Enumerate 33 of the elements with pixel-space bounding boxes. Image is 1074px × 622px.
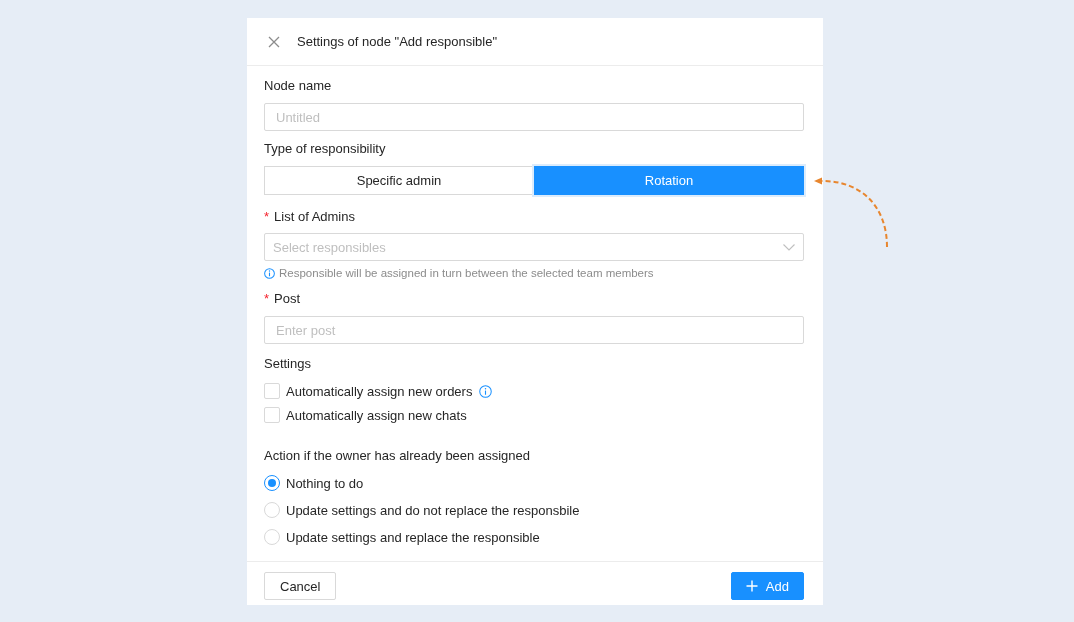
radio-label: Update settings and do not replace the responsbile: [286, 502, 580, 518]
admins-select[interactable]: Select responsibles: [264, 233, 804, 261]
section-label: Settings: [264, 355, 311, 373]
segment-option[interactable]: Rotation: [534, 166, 804, 195]
checkbox[interactable]: [264, 407, 280, 423]
radio-button[interactable]: [264, 475, 280, 491]
post-input[interactable]: Enter post: [264, 316, 804, 344]
node-name-input[interactable]: Untitled: [264, 103, 804, 131]
radio-label: Update settings and replace the responsible: [286, 529, 540, 545]
required-mark: *: [264, 208, 270, 226]
segment-option[interactable]: Specific admin: [264, 166, 534, 195]
cancel-button[interactable]: Cancel: [264, 572, 337, 600]
radio-label: Nothing to do: [286, 475, 364, 491]
dialog-title: Settings of node "Add responsible": [297, 34, 498, 49]
field-label: Node name: [264, 77, 332, 95]
plus-icon: [745, 580, 758, 592]
close-icon: [268, 35, 280, 48]
chevron-down-icon: [783, 243, 795, 251]
add-button[interactable]: Add: [730, 572, 804, 600]
checkbox[interactable]: [264, 383, 280, 399]
required-mark: *: [264, 290, 270, 308]
curved-arrow-icon: [812, 177, 890, 247]
field-label: Post: [274, 290, 301, 308]
field-label: List of Admins: [274, 208, 355, 226]
section-label: Action if the owner has already been assigned: [264, 447, 530, 465]
select-placeholder: Select responsibles: [273, 239, 386, 255]
checkbox-label: Automatically assign new orders: [286, 383, 473, 399]
field-label: Type of responsibility: [264, 140, 386, 158]
info-icon: [264, 267, 275, 279]
close-button[interactable]: [267, 34, 281, 49]
hint-text: Responsible will be assigned in turn between the selected team members: [279, 266, 654, 280]
checkbox-label: Automatically assign new chats: [286, 407, 467, 423]
info-icon[interactable]: [479, 384, 493, 398]
